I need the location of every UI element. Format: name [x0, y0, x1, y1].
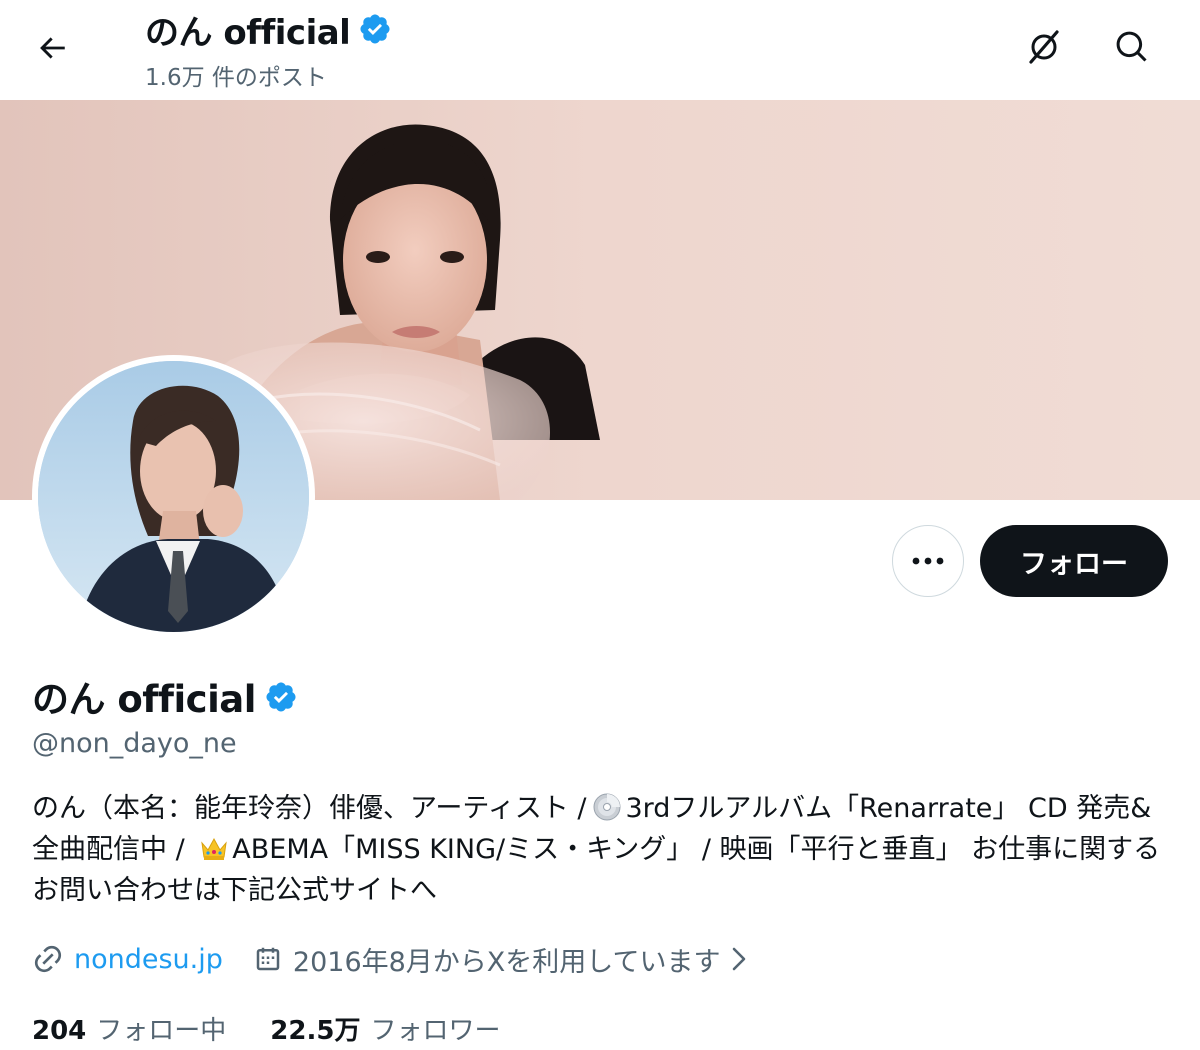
post-count: 1.6万 件のポスト — [145, 65, 327, 91]
more-dots-icon — [912, 557, 944, 565]
avatar[interactable] — [32, 355, 315, 638]
verified-badge-icon — [358, 12, 392, 46]
profile-bio: のん（本名：能年玲奈）俳優、アーティスト / 3rdフルアルバム「Renarra… — [32, 788, 1172, 911]
grok-button[interactable] — [1014, 17, 1074, 77]
verified-badge-icon[interactable] — [264, 679, 298, 713]
following-count: 204 — [32, 1015, 87, 1046]
join-date[interactable]: 2016年8月からXを利用しています — [253, 940, 761, 979]
search-button[interactable] — [1102, 17, 1162, 77]
following-stat[interactable]: 204 フォロー中 — [32, 1010, 226, 1047]
display-name-row: のん official — [32, 670, 298, 722]
followers-label: フォロワー — [370, 1015, 501, 1046]
header-title: のん official — [145, 12, 351, 53]
search-icon — [1116, 31, 1147, 62]
link-icon — [34, 945, 62, 973]
crown-emoji-icon — [201, 837, 228, 860]
follow-stats: 204 フォロー中 22.5万 フォロワー — [32, 1006, 500, 1050]
followers-count: 22.5万 — [270, 1015, 361, 1046]
header-title-block: のん official 1.6万 件のポスト — [145, 6, 392, 92]
website-link-text: nondesu.jp — [74, 943, 223, 975]
following-label: フォロー中 — [96, 1015, 227, 1046]
more-options-button[interactable] — [892, 525, 964, 597]
follow-button[interactable]: フォロー — [980, 525, 1168, 597]
join-date-text: 2016年8月からXを利用しています — [292, 946, 721, 978]
chevron-right-icon — [728, 946, 760, 972]
top-bar: のん official 1.6万 件のポスト — [0, 0, 1200, 100]
followers-stat[interactable]: 22.5万 フォロワー — [270, 1010, 500, 1047]
calendar-icon — [256, 947, 280, 971]
grok-icon — [1029, 30, 1059, 64]
profile-meta-row: nondesu.jp 2016年8月からXを利用しています — [32, 936, 760, 982]
bio-text-1: のん（本名：能年玲奈）俳優、アーティスト / — [32, 793, 587, 824]
display-name: のん official — [32, 678, 256, 721]
cd-emoji-icon — [593, 793, 621, 821]
back-button[interactable] — [22, 18, 82, 78]
user-handle: @non_dayo_ne — [32, 728, 237, 759]
website-link[interactable]: nondesu.jp — [32, 943, 223, 975]
arrow-left-icon — [40, 37, 65, 59]
avatar-photo — [38, 361, 309, 632]
